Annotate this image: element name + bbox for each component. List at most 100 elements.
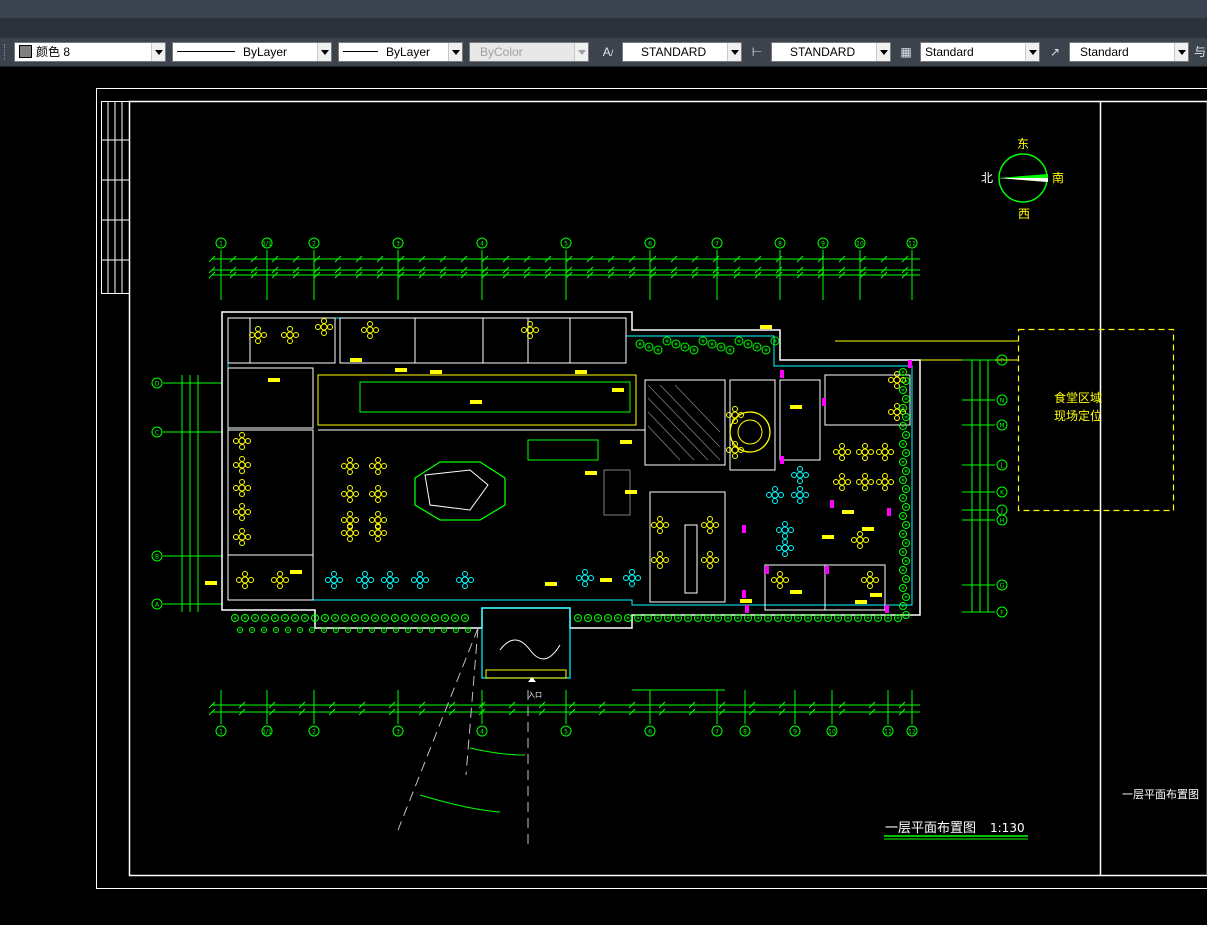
text-style-icon[interactable]: A/ [598,43,618,61]
plant-core [901,532,905,536]
chair-set [233,432,251,450]
plant-core [786,616,790,620]
top-axis-marker-label: 3 [396,241,400,248]
chair-set [766,486,784,504]
right-axis-marker-label: F [1000,610,1004,617]
bottom-axis-marker: 10 [826,690,838,737]
chair-set [236,571,254,589]
chevron-down-icon[interactable] [727,43,741,61]
drawing-canvas[interactable]: 东 北 南 西 食堂区域 现场定位 1 1/1 2 3 4 5 6 7 8 9 10 11 1 1/1 2… [0,67,1207,925]
room-label-tag [545,582,557,586]
plant-core [806,616,810,620]
chevron-down-icon[interactable] [317,43,331,61]
room-label-tag [790,405,802,409]
chair-set [771,571,789,589]
plant-core [253,616,257,620]
room-label-tag [290,570,302,574]
plant-core [755,345,759,349]
plant-core [403,616,407,620]
top-axis-marker-label: 1 [219,241,223,248]
chevron-down-icon[interactable] [448,43,462,61]
plant-core [233,616,237,620]
table-style-dropdown[interactable]: Standard [920,42,1040,62]
chair-set [521,321,539,339]
plant-core [904,433,908,437]
plant-core [796,616,800,620]
chevron-down-icon[interactable] [1025,43,1039,61]
toolbar-grip[interactable] [4,44,8,60]
door-marker [742,590,746,598]
chevron-down-icon[interactable] [876,43,890,61]
left-axis-marker: B [151,550,222,562]
plant-core [901,586,905,590]
plan-title-group: 一层平面布置图 1:130 [884,821,1028,840]
chair-set [701,516,719,534]
chevron-down-icon[interactable] [151,43,165,61]
bottom-axis-marker-label: 3 [396,729,400,736]
dimension-style-dropdown[interactable]: STANDARD [771,42,891,62]
table-style-icon[interactable]: ▦ [896,43,916,61]
bottom-axis-marker-label: 4 [480,729,484,736]
chair-set [341,511,359,529]
linetype-dropdown[interactable]: ByLayer [172,42,332,62]
chair-set [369,524,387,542]
plant-core [423,616,427,620]
plant-core [656,348,660,352]
canteen-zone-line2: 现场定位 [1054,408,1102,423]
text-style-dropdown[interactable]: STANDARD [622,42,742,62]
plant-core [323,629,325,631]
window-titlebar [0,0,1207,18]
door-marker [745,605,749,613]
plant-core [646,616,650,620]
plant-core [576,616,580,620]
left-axis-markers: D C B A [151,377,222,610]
left-axis-marker-label: A [155,602,160,609]
plant-core [756,616,760,620]
plant-core [737,339,741,343]
dimension-style-icon[interactable]: ⊢ [747,43,767,61]
lineweight-dropdown[interactable]: ByLayer [338,42,463,62]
multileader-style-icon[interactable]: ↗ [1045,43,1065,61]
multileader-style-dropdown[interactable]: Standard [1069,42,1189,62]
top-axis-marker: 11 [906,237,918,300]
bottom-axis-marker: 1 [215,690,227,737]
top-axis-marker-label: 4 [480,241,484,248]
top-axis-marker: 1/1 [261,237,273,300]
plant-core [901,568,905,572]
plant-core [710,342,714,346]
plant-core [904,469,908,473]
right-axis-marker-label: H [1000,518,1005,525]
right-axis-marker-label: N [1000,398,1005,405]
plant-core [453,616,457,620]
plant-core [901,370,905,374]
chevron-down-icon[interactable] [1174,43,1188,61]
plant-core [692,348,696,352]
overflow-tool-icon[interactable]: 与 [1193,43,1207,61]
plant-core [443,616,447,620]
top-axis-marker-label: 9 [821,241,825,248]
left-axis-marker: C [151,426,222,438]
plant-core [323,616,327,620]
plant-core [901,496,905,500]
left-axis-marker: A [151,598,222,610]
right-axis-marker-label: J [1000,508,1003,515]
plant-core [443,629,445,631]
plant-core [647,345,651,349]
room-label-tag [585,471,597,475]
plant-core [904,505,908,509]
room-label-tag [470,400,482,404]
plant-core [347,629,349,631]
bottom-axis-marker: 3 [392,690,404,737]
chair-set [315,318,333,336]
cad-drawing: 东 北 南 西 食堂区域 现场定位 1 1/1 2 3 4 5 6 7 8 9 10 11 1 1/1 2… [96,88,1207,889]
ribbon-strip [0,18,1207,38]
chair-set [356,571,374,589]
room-label-tag [862,527,874,531]
color-swatch-icon [19,45,32,58]
chair-set [361,321,379,339]
top-axis-marker-label: 2 [312,241,316,248]
plant-core [706,616,710,620]
color-dropdown[interactable]: 颜色 8 [14,42,166,62]
plant-core [904,451,908,455]
plant-core [455,629,457,631]
